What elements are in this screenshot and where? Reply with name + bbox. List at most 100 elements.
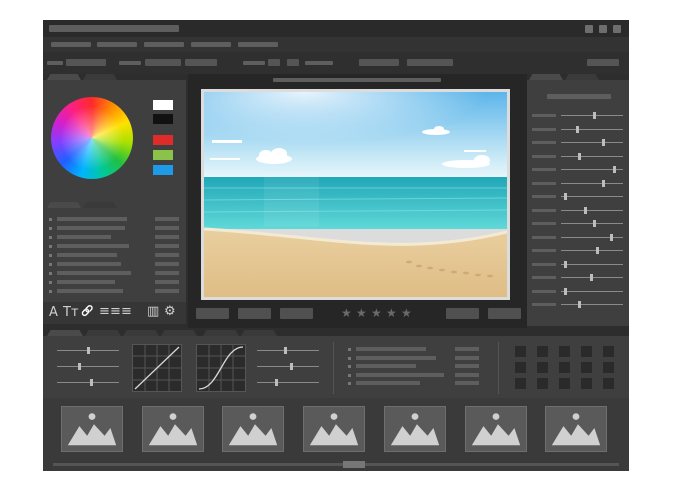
- adjustment-slider-track[interactable]: [561, 209, 623, 211]
- canvas-button-1[interactable]: [196, 308, 229, 319]
- photo-thumbnail[interactable]: [464, 406, 527, 452]
- adjustment-slider-track[interactable]: [561, 263, 623, 265]
- grid-cell[interactable]: [537, 346, 548, 357]
- grid-cell[interactable]: [559, 362, 570, 373]
- option-dropdown-4[interactable]: [268, 59, 280, 66]
- color-wheel[interactable]: [51, 97, 133, 179]
- swatch-red[interactable]: [153, 135, 173, 145]
- adjustment-slider-knob[interactable]: [613, 166, 617, 173]
- grid-cell[interactable]: [537, 378, 548, 389]
- close-button[interactable]: [613, 25, 621, 33]
- tone-slider-knob[interactable]: [90, 379, 93, 386]
- menu-item-3[interactable]: [144, 42, 184, 47]
- adjustment-slider-track[interactable]: [561, 155, 623, 157]
- align-right-icon[interactable]: ≡: [121, 305, 132, 319]
- tone-slider-knob[interactable]: [78, 363, 81, 370]
- bottom-tab-5[interactable]: [203, 330, 239, 336]
- menu-item-2[interactable]: [97, 42, 137, 47]
- star-icon[interactable]: ★: [356, 306, 367, 320]
- bottom-tab-6[interactable]: [241, 330, 277, 336]
- grid-cell[interactable]: [603, 346, 614, 357]
- star-icon[interactable]: ★: [371, 306, 382, 320]
- adjustment-slider-knob[interactable]: [575, 125, 579, 133]
- grid-cell[interactable]: [603, 378, 614, 389]
- canvas-button-3[interactable]: [280, 308, 313, 319]
- tone-slider-track[interactable]: [57, 382, 119, 383]
- option-dropdown-5[interactable]: [287, 59, 299, 66]
- swatch-white[interactable]: [153, 100, 173, 110]
- align-left-icon[interactable]: ≡: [99, 305, 110, 319]
- photo-thumbnail[interactable]: [222, 406, 285, 452]
- curve-slider-knob[interactable]: [290, 363, 293, 370]
- star-icon[interactable]: ★: [386, 306, 397, 320]
- rating-stars[interactable]: ★ ★ ★ ★ ★: [341, 306, 421, 320]
- linear-curve-graph[interactable]: [132, 344, 182, 392]
- adjustment-slider-knob[interactable]: [578, 301, 582, 308]
- adjustment-slider-knob[interactable]: [563, 287, 567, 295]
- photo-thumbnail[interactable]: [61, 406, 123, 452]
- option-dropdown-1[interactable]: [66, 59, 106, 66]
- adjustment-slider-track[interactable]: [561, 182, 623, 184]
- curve-slider-track[interactable]: [257, 366, 319, 367]
- list-row-label[interactable]: [57, 253, 117, 257]
- list-row-label[interactable]: [57, 244, 129, 248]
- adjustment-slider-track[interactable]: [561, 290, 623, 292]
- menu-item-5[interactable]: [238, 42, 278, 47]
- tone-slider-knob[interactable]: [87, 347, 90, 354]
- menu-item-4[interactable]: [191, 42, 231, 47]
- adjustment-slider-track[interactable]: [561, 142, 623, 143]
- adjustments-tab[interactable]: [529, 74, 563, 80]
- option-field-1[interactable]: [359, 59, 399, 66]
- adjustment-slider-track[interactable]: [561, 250, 623, 251]
- option-dropdown-2[interactable]: [145, 59, 181, 66]
- adjustment-slider-knob[interactable]: [563, 193, 567, 200]
- grid-cell[interactable]: [581, 346, 592, 357]
- list-row-label[interactable]: [57, 262, 121, 266]
- grid-cell[interactable]: [581, 378, 592, 389]
- photo-thumbnail[interactable]: [141, 406, 204, 452]
- grid-cell[interactable]: [515, 378, 526, 389]
- adjustment-slider-track[interactable]: [561, 196, 623, 197]
- adjustment-slider-knob[interactable]: [592, 220, 596, 227]
- list-row-label[interactable]: [57, 280, 115, 284]
- adjustment-slider-knob[interactable]: [592, 112, 596, 119]
- adjustment-slider-track[interactable]: [561, 236, 623, 238]
- grid-cell[interactable]: [581, 362, 592, 373]
- list-row-label[interactable]: [57, 235, 111, 239]
- bottom-tab-2[interactable]: [85, 330, 121, 336]
- list-row-label[interactable]: [57, 217, 127, 221]
- list-row-label[interactable]: [57, 289, 123, 293]
- filmstrip-scroll-handle[interactable]: [343, 461, 365, 468]
- bottom-tab-4[interactable]: [161, 330, 197, 336]
- option-field-2[interactable]: [407, 59, 453, 66]
- text-size-icon[interactable]: Tт: [63, 306, 79, 320]
- adjustment-slider-knob[interactable]: [578, 152, 582, 160]
- list-panel-tab-2[interactable]: [83, 202, 117, 208]
- bottom-tab-1[interactable]: [47, 330, 83, 336]
- adjustment-slider-track[interactable]: [561, 304, 623, 305]
- color-panel-tab[interactable]: [47, 74, 81, 80]
- minimize-button[interactable]: [585, 25, 593, 33]
- adjustment-slider-knob[interactable]: [610, 233, 614, 241]
- swatch-blue[interactable]: [153, 165, 173, 175]
- adjustment-slider-track[interactable]: [561, 128, 623, 130]
- list-panel-tab[interactable]: [47, 202, 81, 208]
- adjustment-slider-knob[interactable]: [584, 206, 588, 214]
- option-dropdown-3[interactable]: [185, 59, 217, 66]
- grid-cell[interactable]: [559, 378, 570, 389]
- trash-icon[interactable]: ▥: [147, 305, 159, 319]
- bottom-tab-3[interactable]: [123, 330, 159, 336]
- link-icon[interactable]: 🔗: [81, 305, 93, 319]
- curve-slider-track[interactable]: [257, 350, 319, 351]
- grid-cell[interactable]: [603, 362, 614, 373]
- text-icon[interactable]: A: [49, 306, 58, 320]
- photo-thumbnail[interactable]: [303, 406, 366, 452]
- curve-slider-track[interactable]: [257, 382, 319, 383]
- grid-cell[interactable]: [515, 346, 526, 357]
- maximize-button[interactable]: [599, 25, 607, 33]
- grid-cell[interactable]: [537, 362, 548, 373]
- adjustments-tab-2[interactable]: [565, 74, 599, 80]
- swatch-green[interactable]: [153, 150, 173, 160]
- grid-cell[interactable]: [515, 362, 526, 373]
- s-curve-graph[interactable]: [196, 344, 246, 392]
